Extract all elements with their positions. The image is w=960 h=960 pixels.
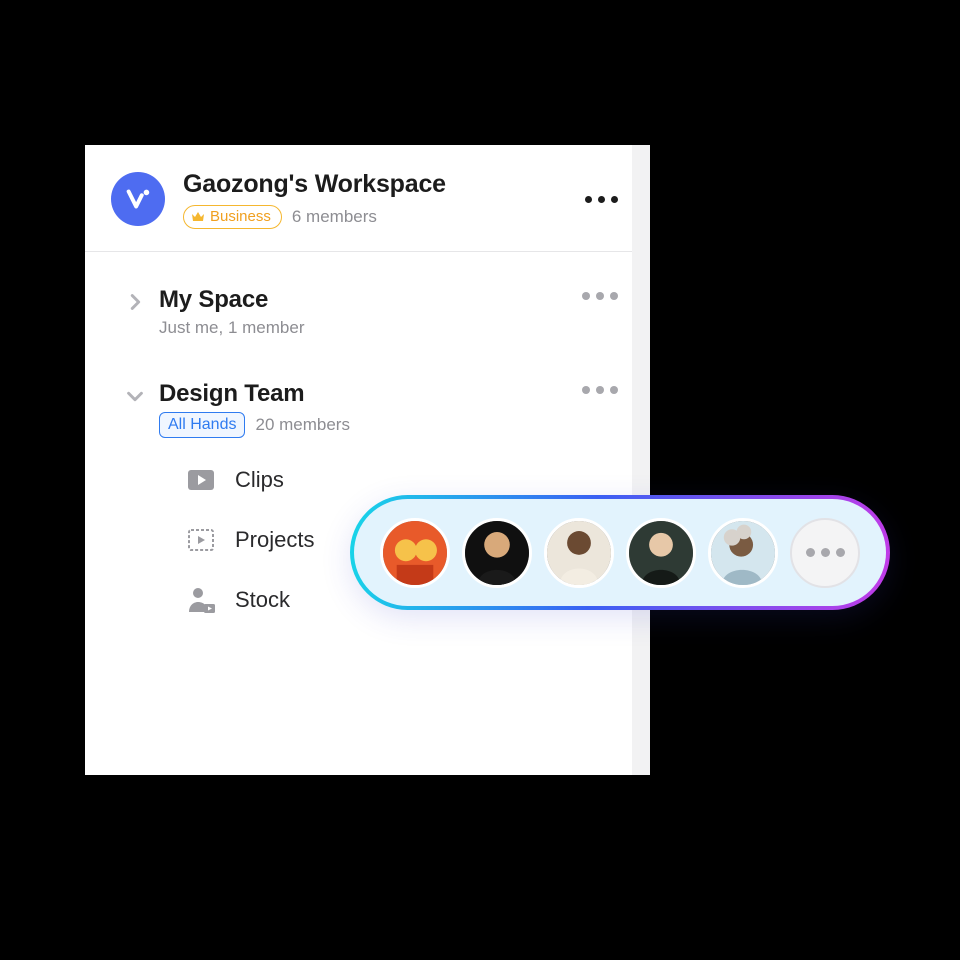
space-subtitle: Just me, 1 member [159,318,305,338]
sidebar-panel: Gaozong's Workspace Business 6 members M [85,145,650,775]
member-avatar[interactable] [462,518,532,588]
chevron-right-icon[interactable] [111,286,159,313]
space-more-button[interactable] [576,286,624,306]
member-avatar[interactable] [626,518,696,588]
space-members-count: 20 members [255,415,349,435]
member-avatar[interactable] [708,518,778,588]
chevron-down-icon[interactable] [111,380,159,407]
more-members-button[interactable] [790,518,860,588]
play-icon [185,464,217,496]
members-avatar-pill [350,495,890,610]
space-title: My Space [159,286,576,314]
all-hands-badge: All Hands [159,412,245,438]
workspace-members-count: 6 members [292,207,377,227]
member-avatar[interactable] [380,518,450,588]
plan-badge-label: Business [210,207,271,227]
plan-badge: Business [183,205,282,229]
person-play-icon [185,584,217,616]
workspace-more-button[interactable] [579,190,624,209]
space-my-space[interactable]: My Space Just me, 1 member [85,252,650,344]
sidebar-item-label: Clips [235,467,284,493]
sidebar-item-label: Projects [235,527,314,553]
workspace-header: Gaozong's Workspace Business 6 members [85,145,650,252]
film-icon [185,524,217,556]
space-more-button[interactable] [576,380,624,400]
workspace-title: Gaozong's Workspace [183,170,579,199]
sidebar-item-label: Stock [235,587,290,613]
member-avatar[interactable] [544,518,614,588]
crown-icon [190,209,206,225]
space-title: Design Team [159,380,576,408]
workspace-logo-icon [111,172,165,226]
scrollbar-track[interactable] [632,145,650,775]
